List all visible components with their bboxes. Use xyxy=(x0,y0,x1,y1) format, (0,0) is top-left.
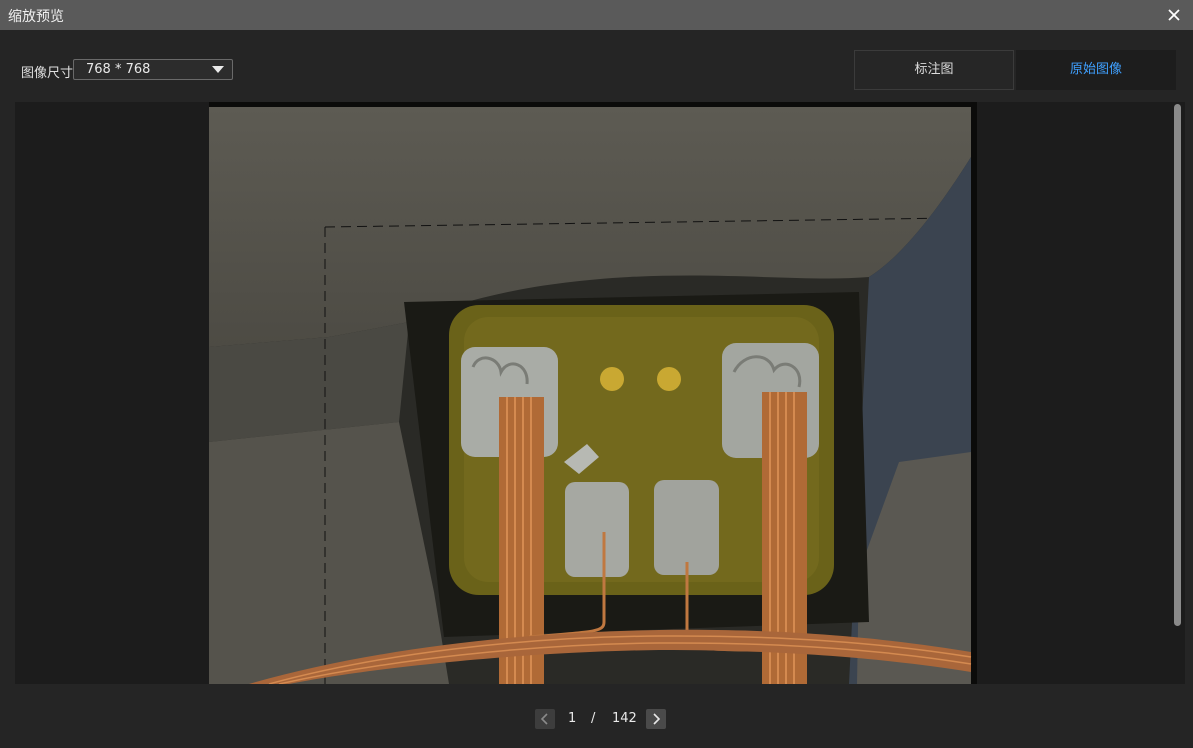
total-pages: 142 xyxy=(612,711,637,726)
window-title: 缩放预览 xyxy=(8,9,64,25)
pagination: 1 / 142 xyxy=(535,709,667,729)
scrollbar-thumb[interactable] xyxy=(1174,104,1181,626)
chevron-left-icon[interactable] xyxy=(535,709,555,729)
page-separator: / xyxy=(591,711,596,726)
current-page: 1 xyxy=(568,711,577,726)
image-size-select[interactable]: 768 * 768 xyxy=(73,59,233,80)
image-size-value: 768 * 768 xyxy=(86,62,151,77)
vertical-scrollbar[interactable] xyxy=(1172,102,1182,684)
preview-image xyxy=(209,102,977,684)
close-icon[interactable] xyxy=(1165,6,1183,24)
tab-original-image[interactable]: 原始图像 xyxy=(1016,50,1176,90)
title-bar: 缩放预览 xyxy=(0,0,1193,30)
tab-annotated-image[interactable]: 标注图 xyxy=(854,50,1014,90)
chevron-right-icon[interactable] xyxy=(646,709,666,729)
image-size-label: 图像尺寸 xyxy=(21,66,74,81)
preview-viewport xyxy=(15,102,1185,684)
chevron-down-icon xyxy=(212,66,224,73)
